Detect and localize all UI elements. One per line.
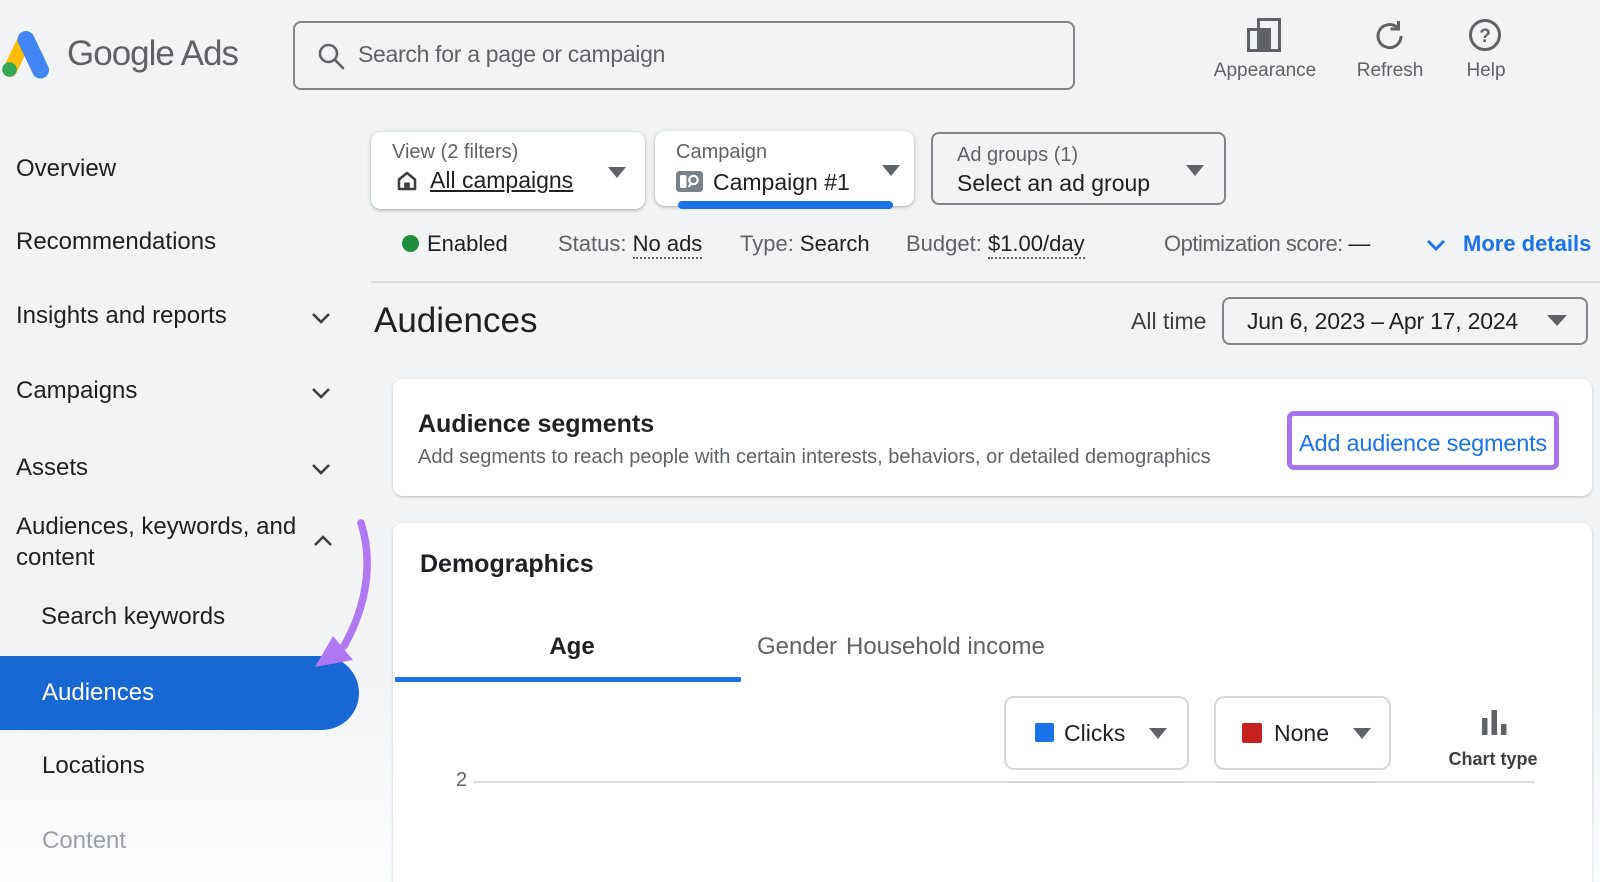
svg-text:?: ?	[1479, 26, 1491, 47]
